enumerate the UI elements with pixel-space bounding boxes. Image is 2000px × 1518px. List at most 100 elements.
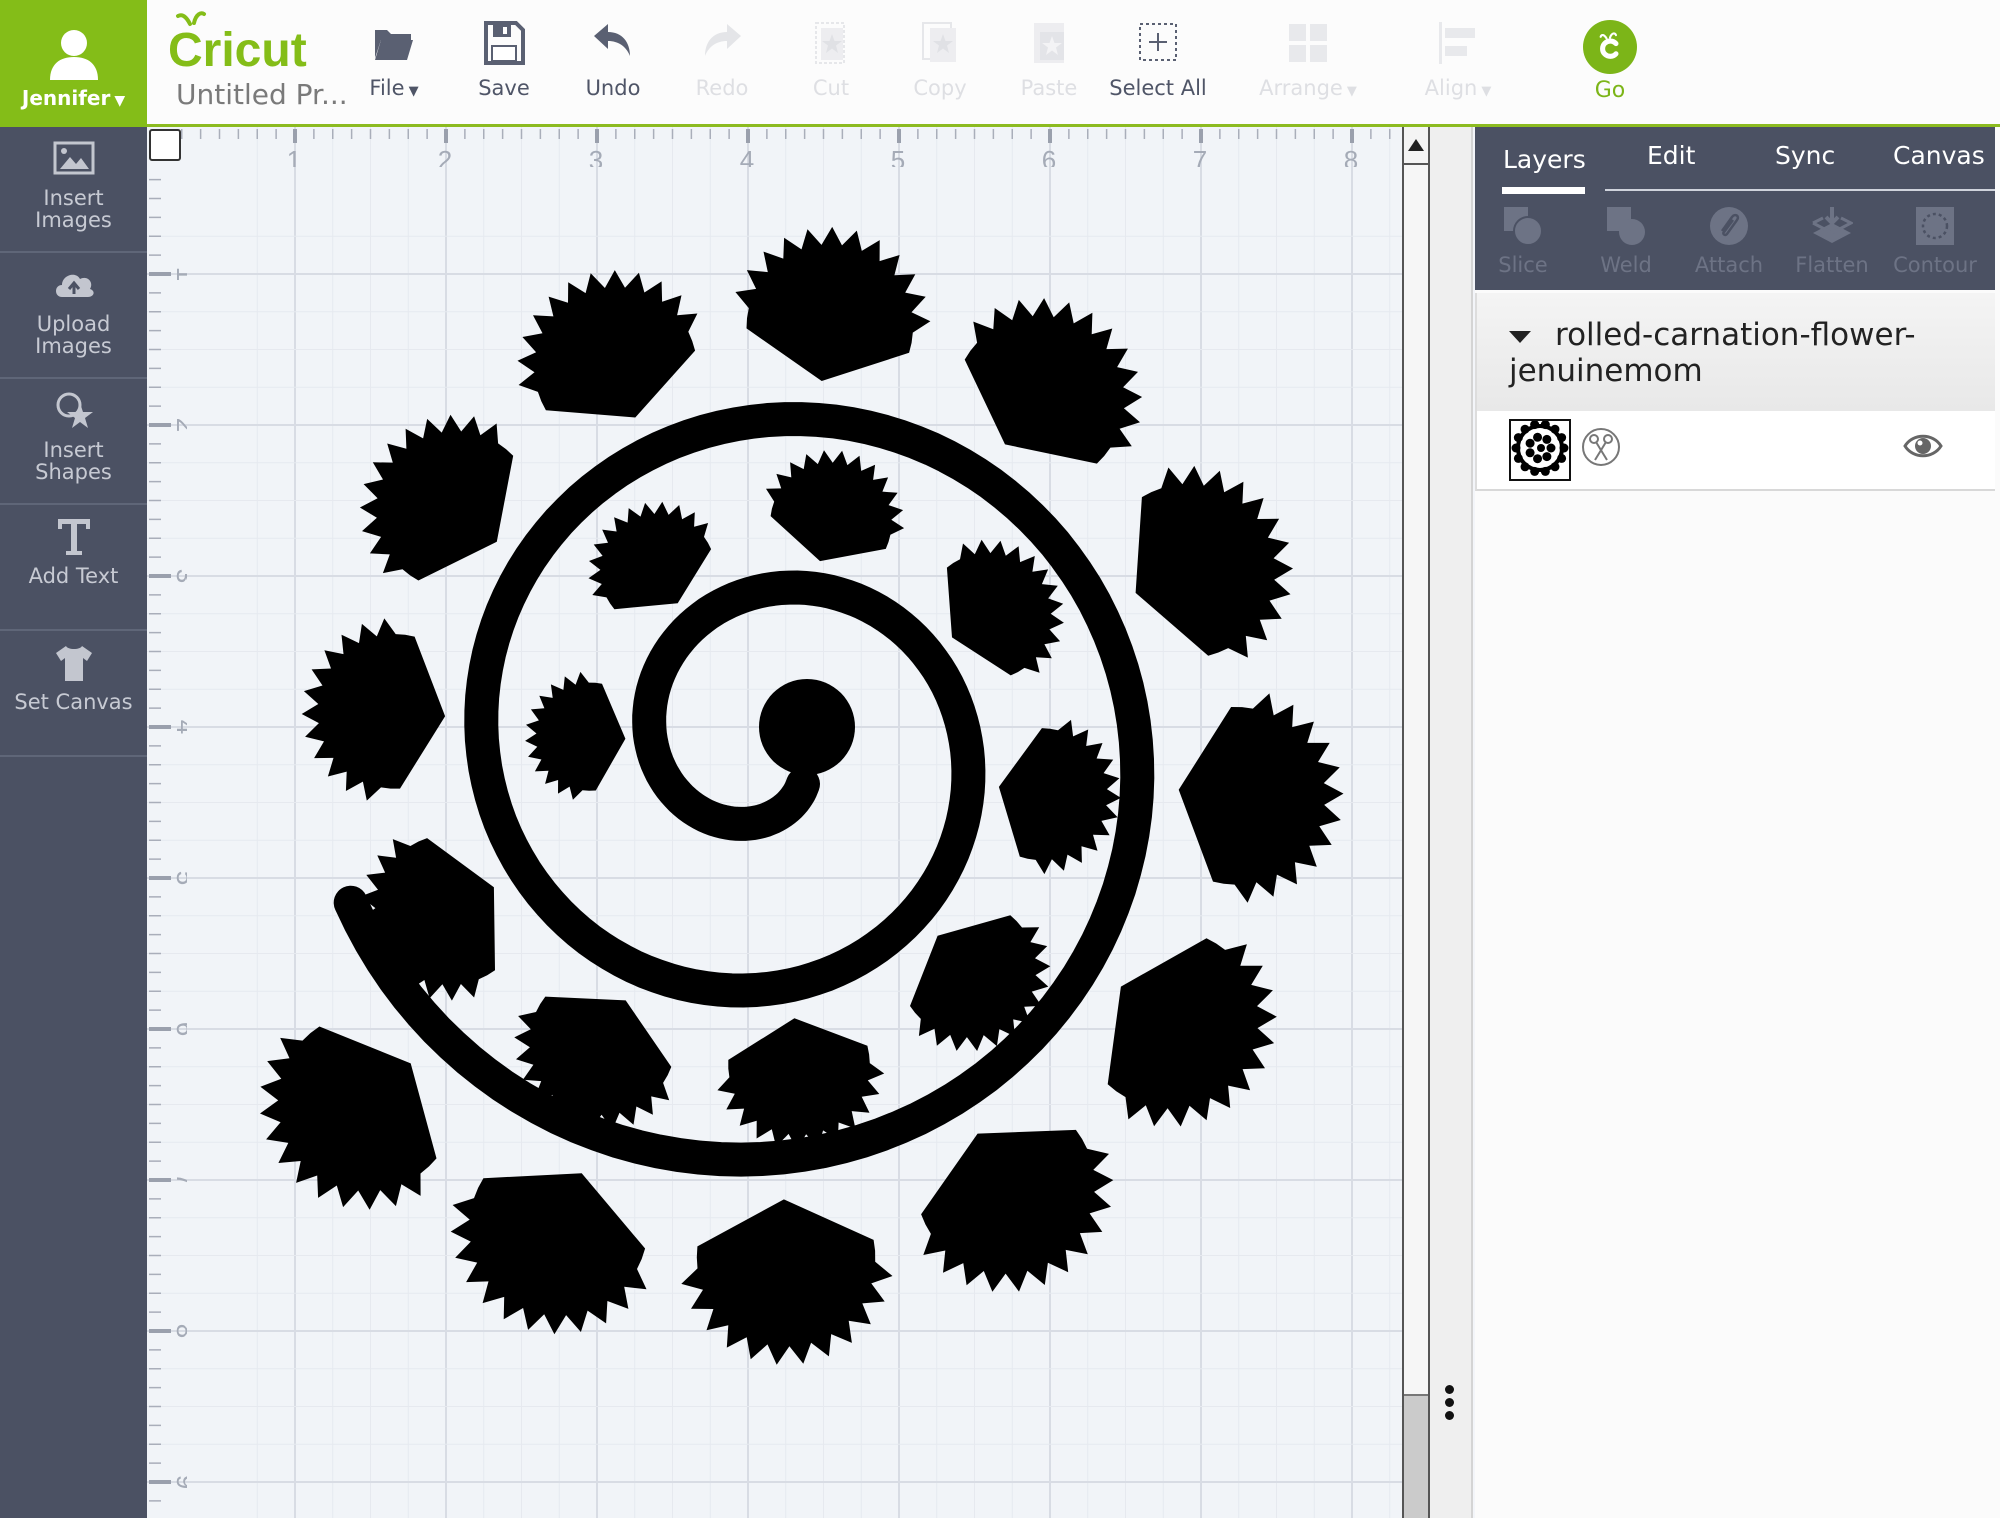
align-icon [1439, 22, 1475, 64]
carnation-petal [766, 450, 905, 562]
ruler-label: 5 [171, 871, 187, 885]
ruler-label: 4 [171, 720, 187, 734]
carnation-petal [1107, 938, 1277, 1127]
vertical-scrollbar[interactable] [1402, 127, 1430, 1518]
arrange-icon [1289, 24, 1327, 62]
user-menu-button[interactable]: Jennifer ▼ [0, 0, 147, 127]
cricut-c-icon [1599, 32, 1619, 59]
layer-row[interactable] [1475, 411, 1995, 491]
weld-icon [1607, 207, 1645, 245]
layer-group-name: rolled-carnation-flower-jenuinemom [1509, 317, 1916, 389]
cut-icon [815, 22, 845, 64]
ruler-label: 2 [438, 145, 452, 167]
tab-edit[interactable]: Edit [1647, 141, 1695, 170]
eye-visibility-icon[interactable] [1903, 429, 1943, 463]
chevron-down-icon: ▼ [1481, 84, 1492, 99]
align-button[interactable]: Align ▼ [1408, 14, 1508, 110]
sidebar-label: Images [35, 208, 112, 232]
sidebar-item-add-text[interactable]: Add Text [0, 505, 147, 631]
save-button[interactable]: Save [454, 14, 554, 110]
design-canvas[interactable]: 1 2 3 4 5 6 7 8 1 2 3 4 5 6 7 8 9 [147, 127, 1402, 1518]
flatten-button[interactable]: Flatten [1784, 205, 1880, 277]
scrollbar-track[interactable] [1404, 1394, 1428, 1518]
carnation-petal [517, 270, 698, 418]
redo-arrow-icon [705, 24, 741, 56]
vertical-ruler: 1 2 3 4 5 6 7 8 9 [149, 178, 187, 1502]
undo-button[interactable]: Undo [563, 14, 663, 110]
select-all-button[interactable]: Select All [1108, 14, 1208, 110]
sidebar-item-upload-images[interactable]: Upload Images [0, 253, 147, 379]
cut-label: Cut [812, 76, 850, 100]
tab-canvas[interactable]: Canvas [1893, 141, 1985, 170]
chevron-down-icon: ▼ [1346, 84, 1357, 99]
carnation-petal [1135, 465, 1293, 658]
tab-sync[interactable]: Sync [1775, 141, 1835, 170]
save-label: Save [478, 76, 530, 100]
layer-group-header[interactable]: rolled-carnation-flower-jenuinemom [1475, 293, 1995, 411]
horizontal-ruler: 1 2 3 4 5 6 7 8 [181, 129, 1391, 167]
carnation-petal [735, 226, 931, 381]
attach-label: Attach [1694, 253, 1764, 277]
logo-text: Cricut [168, 24, 307, 70]
slice-button[interactable]: Slice [1475, 205, 1571, 277]
sidebar-item-set-canvas[interactable]: Set Canvas [0, 631, 147, 757]
undo-label: Undo [585, 76, 641, 100]
sidebar-item-insert-shapes[interactable]: Insert Shapes [0, 379, 147, 505]
sidebar-item-insert-images[interactable]: Insert Images [0, 127, 147, 253]
cloud-upload-icon [55, 274, 94, 297]
carnation-petal [681, 1199, 893, 1365]
top-toolbar: Jennifer ▼ Cricut Untitled Pr... File ▼ Sa… [0, 0, 2000, 127]
ruler-label: 3 [171, 569, 187, 583]
ruler-label: 6 [1042, 145, 1056, 167]
ruler-label: 1 [171, 267, 187, 281]
sidebar-label: Upload [36, 312, 111, 336]
ruler-label: 9 [171, 1475, 187, 1489]
tab-divider [1605, 189, 1995, 191]
attach-button[interactable]: Attach [1681, 205, 1777, 277]
ruler-label: 5 [891, 145, 905, 167]
cricut-logo: Cricut [168, 11, 307, 70]
cut-button[interactable]: Cut [781, 14, 881, 110]
carnation-petal [1178, 693, 1344, 903]
center-curl [759, 679, 855, 775]
carnation-petal [998, 719, 1121, 875]
go-button[interactable]: Go [1580, 20, 1640, 110]
paste-label: Paste [1020, 76, 1078, 100]
floppy-disk-icon [484, 21, 525, 65]
sidebar-label: Images [35, 334, 112, 358]
active-tab-indicator [1502, 187, 1585, 194]
ruler-label: 7 [1193, 145, 1207, 167]
ruler-label: 7 [171, 1173, 187, 1187]
paste-icon [1034, 23, 1064, 63]
scissors-icon[interactable] [1581, 427, 1621, 467]
weld-label: Weld [1600, 253, 1652, 277]
ruler-label: 4 [740, 145, 754, 167]
arrange-button[interactable]: Arrange ▼ [1258, 14, 1358, 110]
scroll-up-button[interactable] [1404, 127, 1428, 165]
project-title[interactable]: Untitled Pr... [176, 78, 348, 111]
file-label: File [369, 76, 405, 100]
copy-button[interactable]: Copy [890, 14, 990, 110]
paste-button[interactable]: Paste [999, 14, 1099, 110]
panel-splitter[interactable] [1430, 127, 1473, 1518]
carnation-petal [525, 671, 626, 800]
drag-handle-icon[interactable] [1445, 1385, 1455, 1424]
contour-label: Contour [1893, 253, 1977, 277]
rolled-carnation-flower-design[interactable] [147, 127, 1402, 1518]
text-t-icon [57, 519, 90, 555]
sidebar-label: Insert [43, 186, 104, 210]
shapes-icon [56, 392, 93, 428]
redo-label: Redo [695, 76, 749, 100]
weld-button[interactable]: Weld [1578, 205, 1674, 277]
carnation-petal [359, 414, 514, 581]
carnation-petal [921, 1129, 1114, 1292]
flatten-label: Flatten [1795, 253, 1869, 277]
select-all-label: Select All [1109, 76, 1207, 100]
tab-layers[interactable]: Layers [1503, 145, 1586, 174]
image-icon [53, 141, 94, 175]
redo-button[interactable]: Redo [672, 14, 772, 110]
chevron-down-icon: ▼ [408, 84, 419, 99]
file-menu-button[interactable]: File ▼ [344, 14, 444, 110]
chevron-down-icon: ▼ [114, 93, 126, 109]
contour-button[interactable]: Contour [1887, 205, 1983, 277]
